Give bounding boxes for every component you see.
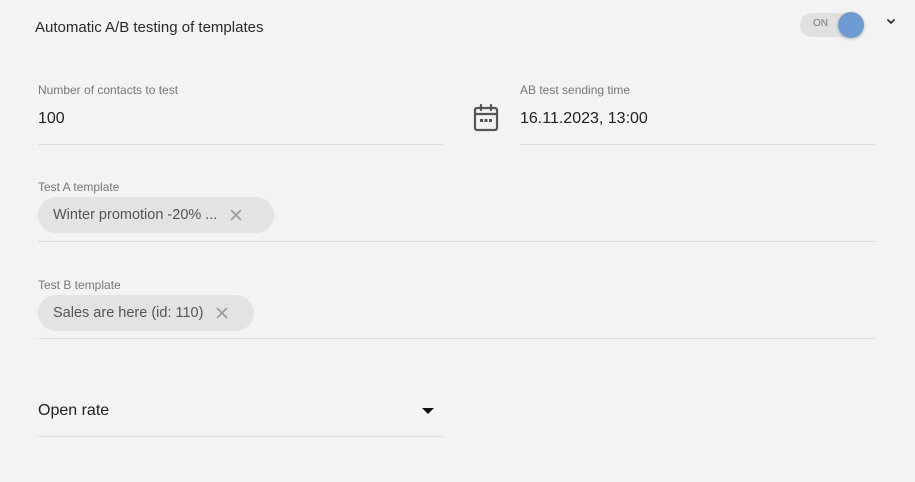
test-a-template-chip[interactable]: Winter promotion -20% ... xyxy=(38,197,274,233)
toggle-knob xyxy=(838,12,864,38)
send-time-label: AB test sending time xyxy=(520,83,631,97)
chevron-down-icon[interactable] xyxy=(884,16,898,28)
test-a-label: Test A template xyxy=(38,180,120,194)
contacts-input[interactable]: 100 xyxy=(38,110,65,128)
dropdown-arrow-icon[interactable] xyxy=(421,407,435,415)
test-b-label: Test B template xyxy=(38,278,121,292)
send-time-input-underline xyxy=(520,144,875,145)
test-b-template-chip[interactable]: Sales are here (id: 110) xyxy=(38,295,254,331)
ab-testing-header: Automatic A/B testing of templates ON xyxy=(0,0,915,56)
test-a-underline xyxy=(38,241,875,242)
contacts-input-underline xyxy=(38,144,443,145)
test-b-underline xyxy=(38,338,875,339)
test-a-chip-text: Winter promotion -20% ... xyxy=(53,207,218,223)
section-title: Automatic A/B testing of templates xyxy=(35,19,264,36)
metric-select[interactable]: Open rate xyxy=(38,402,109,420)
send-time-input[interactable]: 16.11.2023, 13:00 xyxy=(520,110,648,128)
toggle-state-label: ON xyxy=(813,18,828,29)
calendar-icon[interactable] xyxy=(472,103,500,133)
contacts-label: Number of contacts to test xyxy=(38,83,179,97)
close-icon[interactable] xyxy=(215,306,229,320)
close-icon[interactable] xyxy=(229,208,243,222)
test-b-chip-text: Sales are here (id: 110) xyxy=(53,305,204,321)
metric-select-underline xyxy=(38,436,443,437)
ab-testing-toggle[interactable]: ON xyxy=(800,12,866,38)
